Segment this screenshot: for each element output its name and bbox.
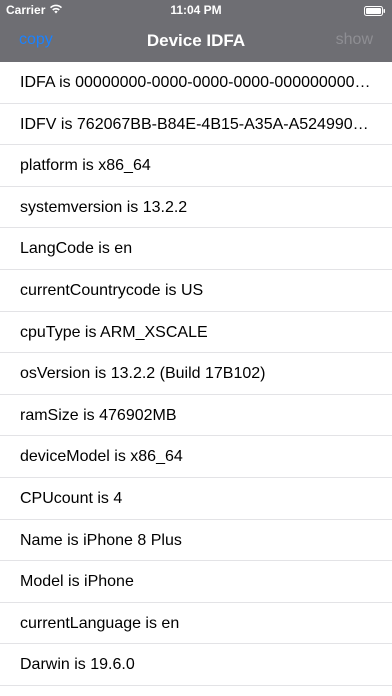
list-item[interactable]: CPUcount is 4 [0, 478, 392, 520]
list-item[interactable]: IDFA is 00000000-0000-0000-0000-00000000… [0, 62, 392, 104]
list-item[interactable]: currentCountrycode is US [0, 270, 392, 312]
list-item[interactable]: osVersion is 13.2.2 (Build 17B102) [0, 353, 392, 395]
battery-icon [364, 5, 386, 16]
list-item[interactable]: IDFV is 762067BB-B84E-4B15-A35A-A5249900… [0, 104, 392, 146]
navigation-bar: copy Device IDFA show [0, 20, 392, 62]
list-item[interactable]: Darwin is 19.6.0 [0, 644, 392, 686]
status-time: 11:04 PM [170, 3, 222, 17]
list-item[interactable]: cpuType is ARM_XSCALE [0, 312, 392, 354]
list-item[interactable]: Name is iPhone 8 Plus [0, 520, 392, 562]
page-title: Device IDFA [146, 31, 246, 50]
status-bar: Carrier 11:04 PM [0, 0, 392, 20]
list-item[interactable]: Model is iPhone [0, 561, 392, 603]
device-info-list: IDFA is 00000000-0000-0000-0000-00000000… [0, 62, 392, 686]
list-item[interactable]: ramSize is 476902MB [0, 395, 392, 437]
list-item[interactable]: currentLanguage is en [0, 603, 392, 645]
list-item[interactable]: platform is x86_64 [0, 145, 392, 187]
list-item[interactable]: deviceModel is x86_64 [0, 436, 392, 478]
show-button[interactable]: show [336, 31, 373, 49]
list-item[interactable]: systemversion is 13.2.2 [0, 187, 392, 229]
list-item[interactable]: LangCode is en [0, 228, 392, 270]
